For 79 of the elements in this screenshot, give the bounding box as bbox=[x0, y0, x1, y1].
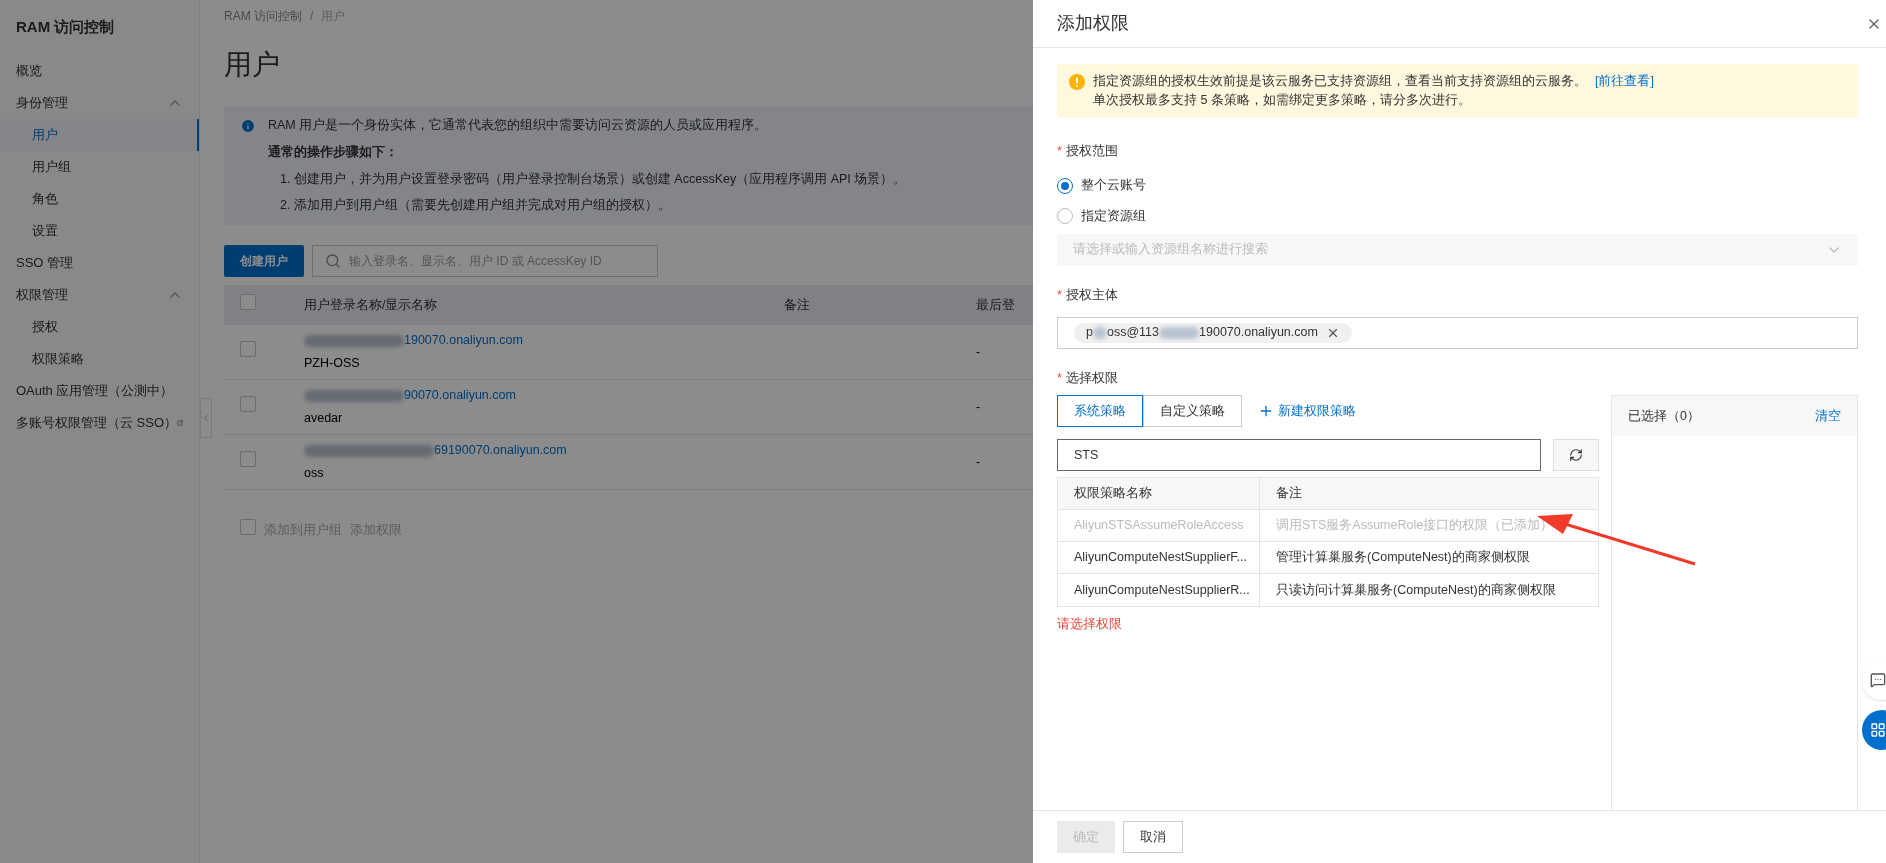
step-text: 1. 创建用户，并为用户设置登录密码（用户登录控制台场景）或创建 AccessKey（应用程序调用 API 场景）。 bbox=[279, 170, 907, 188]
policy-note: 调用STS服务AssumeRole接口的权限（已添加） bbox=[1275, 517, 1555, 535]
grid-icon bbox=[1870, 722, 1886, 738]
policy-name: AliyunSTSAssumeRoleAccess bbox=[1058, 510, 1260, 542]
error-text: 请选择权限 bbox=[1057, 616, 1123, 634]
policy-note: 只读访问计算巢服务(ComputeNest)的商家侧权限 bbox=[1275, 581, 1557, 599]
sidebar-item[interactable]: 设置 bbox=[0, 214, 199, 247]
radio-label: 整个云账号 bbox=[1081, 177, 1146, 195]
field-label: 选择权限 bbox=[1065, 369, 1118, 387]
policy-tab[interactable]: 自定义策略 bbox=[1143, 395, 1242, 428]
column-header: 权限策略名称 bbox=[1058, 478, 1260, 510]
field-label: 授权范围 bbox=[1065, 142, 1118, 160]
policy-tab[interactable]: 系统策略 bbox=[1057, 395, 1143, 428]
principal-tag: p oss@113 190070.onaliyun.com bbox=[1074, 322, 1352, 343]
chevron-left-icon bbox=[201, 412, 211, 424]
checkbox[interactable] bbox=[240, 341, 256, 358]
policy-name: AliyunComputeNestSupplierF... bbox=[1058, 542, 1260, 574]
policy-search-field[interactable]: STS bbox=[1057, 439, 1541, 472]
sidebar-item[interactable]: 授权 bbox=[0, 310, 199, 343]
policy-name: AliyunComputeNestSupplierR... bbox=[1058, 574, 1260, 607]
checkbox[interactable] bbox=[240, 451, 256, 468]
clear-link[interactable]: 清空 bbox=[1815, 406, 1841, 426]
new-policy-button[interactable]: 新建权限策略 bbox=[1258, 401, 1356, 421]
chat-icon bbox=[1870, 672, 1886, 688]
search-icon bbox=[325, 253, 341, 269]
policy-note: 管理计算巢服务(ComputeNest)的商家侧权限 bbox=[1275, 549, 1531, 567]
display-name: PZH-OSS bbox=[304, 355, 361, 372]
steps-title: 通常的操作步骤如下： bbox=[268, 143, 399, 161]
radio-label: 指定资源组 bbox=[1081, 208, 1146, 225]
field-label: 授权主体 bbox=[1065, 286, 1118, 304]
table-cell-text: - bbox=[976, 398, 981, 416]
display-name: avedar bbox=[304, 410, 344, 427]
warning-icon bbox=[1069, 74, 1085, 90]
drawer-title: 添加权限 bbox=[1057, 12, 1130, 35]
selected-count: 已选择（0） bbox=[1628, 407, 1701, 425]
required-mark: * bbox=[1057, 286, 1062, 304]
sidebar-item[interactable]: 多账号权限管理（云 SSO） bbox=[0, 406, 199, 439]
sidebar-item[interactable]: OAuth 应用管理（公测中） bbox=[0, 374, 199, 407]
display-name: oss bbox=[304, 465, 325, 482]
column-header: 最后登 bbox=[976, 296, 1015, 314]
sidebar-item[interactable]: 身份管理 bbox=[0, 86, 199, 119]
info-icon bbox=[240, 118, 256, 134]
checkbox[interactable] bbox=[240, 519, 256, 536]
cancel-button[interactable]: 取消 bbox=[1123, 821, 1183, 853]
checkbox[interactable] bbox=[240, 294, 256, 311]
table-cell-text: - bbox=[976, 453, 981, 471]
page-title: 用户 bbox=[224, 48, 280, 82]
column-header: 用户登录名称/显示名称 bbox=[304, 296, 439, 314]
breadcrumb-link[interactable]: RAM 访问控制 bbox=[224, 7, 302, 25]
user-login-link[interactable]: 90070.onaliyun.com bbox=[404, 386, 516, 405]
required-mark: * bbox=[1057, 369, 1062, 387]
sidebar-title: RAM 访问控制 bbox=[15, 17, 116, 37]
checkbox[interactable] bbox=[240, 396, 256, 413]
policy-row[interactable]: AliyunComputeNestSupplierR... 只读访问计算巢服务(ComputeNest)的商家侧权限 bbox=[1058, 574, 1598, 607]
user-login-link[interactable]: 190070.onaliyun.com bbox=[404, 331, 523, 350]
redaction-smudge bbox=[1092, 326, 1107, 339]
breadcrumb-separator: / bbox=[310, 8, 314, 25]
sidebar-item[interactable]: SSO 管理 bbox=[0, 246, 199, 279]
collapse-handle[interactable] bbox=[200, 398, 212, 438]
alert-text: 指定资源组的授权生效前提是该云服务已支持资源组，查看当前支持资源组的云服务。 bbox=[1093, 73, 1587, 90]
refresh-button[interactable] bbox=[1553, 439, 1599, 472]
sidebar-item[interactable]: 角色 bbox=[0, 182, 199, 215]
column-header: 备注 bbox=[1275, 485, 1303, 503]
sidebar-item[interactable]: 权限管理 bbox=[0, 278, 199, 311]
redaction-smudge bbox=[1159, 326, 1200, 339]
table-cell-text: - bbox=[976, 343, 981, 361]
sidebar-item[interactable]: 权限策略 bbox=[0, 342, 199, 375]
principal-field[interactable]: p oss@113 190070.onaliyun.com bbox=[1057, 316, 1858, 349]
sidebar-item[interactable]: 概览 bbox=[0, 54, 199, 87]
policy-row[interactable]: AliyunComputeNestSupplierF... 管理计算巢服务(ComputeNest)的商家侧权限 bbox=[1058, 542, 1598, 575]
create-user-button[interactable]: 创建用户 bbox=[224, 245, 304, 277]
refresh-icon bbox=[1569, 448, 1583, 463]
alert-text: 单次授权最多支持 5 条策略，如需绑定更多策略，请分多次进行。 bbox=[1093, 91, 1472, 109]
alert-link[interactable]: [前往查看] bbox=[1595, 72, 1654, 91]
sidebar-item[interactable]: 用户 bbox=[0, 118, 199, 151]
column-header: 备注 bbox=[784, 296, 811, 314]
user-login-link[interactable]: 69190070.onaliyun.com bbox=[434, 441, 567, 460]
required-mark: * bbox=[1057, 142, 1062, 160]
step-text: 2. 添加用户到用户组（需要先创建用户组并完成对用户组的授权）。 bbox=[279, 197, 672, 215]
